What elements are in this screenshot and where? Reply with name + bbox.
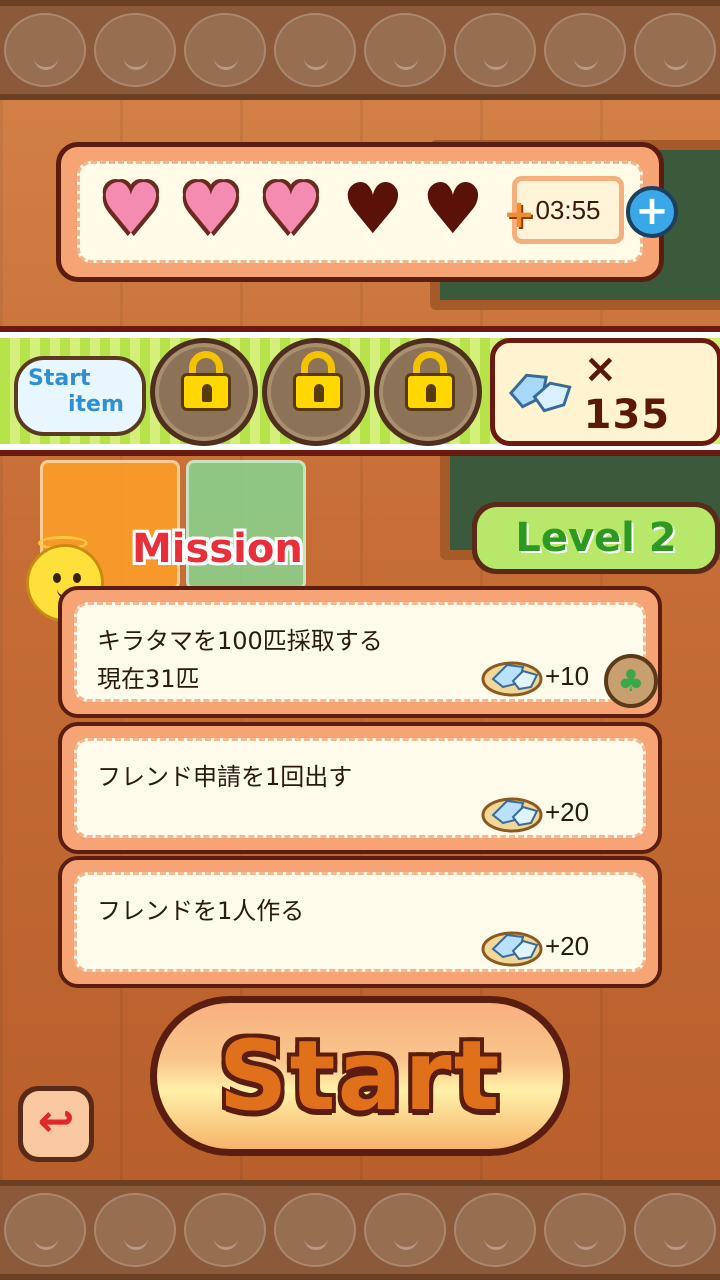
blob-face-icon — [4, 1193, 86, 1267]
gem-reward-icon — [481, 661, 543, 697]
blob-face-icon — [544, 1193, 626, 1267]
mission-title: フレンド申請を1回出す — [97, 763, 353, 791]
gem-reward-icon — [481, 797, 543, 833]
blob-face-icon — [364, 1193, 446, 1267]
blob-face-icon — [454, 1193, 536, 1267]
start-item-label-1: Start — [28, 366, 91, 391]
start-item-logo: Start item — [14, 356, 146, 436]
mission-title: フレンドを1人作る — [97, 897, 305, 925]
lock-icon — [181, 351, 231, 411]
mission-card-1: キラタマを100匹採取する 現在31匹 +10 — [58, 586, 662, 718]
level-badge: Level 2 — [472, 502, 720, 574]
heart-full-icon: ♥ — [259, 168, 323, 250]
heart-empty-icon: ♥ — [341, 168, 405, 250]
blob-face-icon — [274, 1193, 356, 1267]
blob-face-icon — [94, 1193, 176, 1267]
clover-icon: ♣ — [604, 654, 658, 708]
back-arrow-icon: ↩ — [23, 1091, 89, 1157]
bottom-decor-strip — [0, 1180, 720, 1280]
blob-face-icon — [544, 13, 626, 87]
item-slot-3[interactable] — [374, 338, 482, 446]
gem-counter: × 135 — [490, 338, 720, 446]
gem-count: × 135 — [583, 346, 671, 438]
lock-icon — [405, 351, 455, 411]
mission-reward: +10 — [481, 655, 589, 697]
heart-timer-text: 03:55 — [535, 194, 601, 225]
reward-amount: +10 — [545, 660, 590, 691]
mission-card-2: フレンド申請を1回出す +20 — [58, 722, 662, 854]
back-button[interactable]: ↩ — [18, 1086, 94, 1162]
gem-reward-icon — [481, 931, 543, 967]
item-slot-2[interactable] — [262, 338, 370, 446]
mission-reward: +20 — [481, 791, 589, 833]
blob-face-icon — [634, 1193, 716, 1267]
reward-amount: +20 — [545, 930, 590, 961]
top-decor-strip — [0, 0, 720, 100]
start-button[interactable]: Start — [150, 996, 570, 1156]
heart-empty-icon: ♥ — [421, 168, 485, 250]
blob-face-icon — [4, 13, 86, 87]
blob-face-icon — [364, 13, 446, 87]
blob-face-icon — [184, 13, 266, 87]
mission-title: キラタマを100匹採取する — [97, 627, 383, 655]
heart-full-icon: ♥ — [99, 168, 163, 250]
blob-face-icon — [274, 13, 356, 87]
start-button-label: Start — [157, 1003, 563, 1149]
item-slot-1[interactable] — [150, 338, 258, 446]
mission-reward: +20 — [481, 925, 589, 967]
add-hearts-button[interactable]: + — [626, 186, 678, 238]
mission-card-3: フレンドを1人作る +20 — [58, 856, 662, 988]
lock-icon — [293, 351, 343, 411]
heart-full-icon: ♥ — [179, 168, 243, 250]
start-item-label-2: item — [68, 392, 124, 417]
blob-face-icon — [454, 13, 536, 87]
gem-icon — [508, 373, 572, 413]
reward-amount: +20 — [545, 796, 590, 827]
blob-face-icon — [184, 1193, 266, 1267]
mission-progress: 現在31匹 — [97, 665, 200, 693]
mission-heading: Mission — [132, 526, 303, 572]
level-text: Level 2 — [477, 507, 715, 569]
blob-face-icon — [94, 13, 176, 87]
timer-plus-icon: + — [503, 192, 535, 236]
blob-face-icon — [634, 13, 716, 87]
